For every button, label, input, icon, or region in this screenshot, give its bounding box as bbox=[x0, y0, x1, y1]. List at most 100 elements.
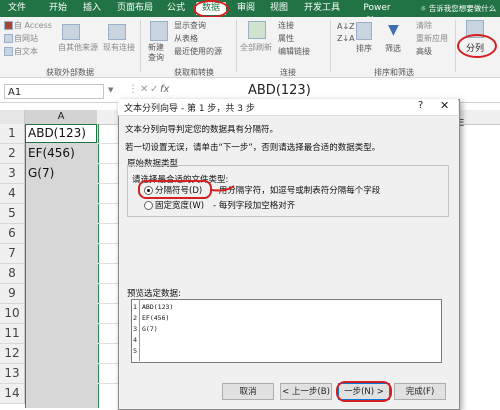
sort-za-icon[interactable]: Z↓A bbox=[337, 34, 355, 43]
clear-button[interactable]: 清除 bbox=[416, 20, 432, 31]
row-header[interactable]: 4 bbox=[0, 184, 25, 204]
row-header[interactable]: 10 bbox=[0, 304, 25, 324]
grid-line bbox=[97, 323, 119, 324]
connections-button[interactable]: 连接 bbox=[278, 20, 294, 31]
tab-insert[interactable]: 插入 bbox=[77, 2, 107, 15]
back-button[interactable]: < 上一步(B) bbox=[280, 383, 332, 400]
row-header[interactable]: 1 bbox=[0, 124, 25, 144]
group-label-sort-filter: 排序和筛选 bbox=[374, 68, 414, 77]
preview-line-number: 2 bbox=[133, 314, 138, 322]
row-header[interactable]: 6 bbox=[0, 224, 25, 244]
show-queries-button[interactable]: 显示查询 bbox=[174, 20, 206, 31]
dialog-line-1: 文本分列向导判定您的数据具有分隔符。 bbox=[125, 125, 279, 135]
properties-button[interactable]: 属性 bbox=[278, 33, 294, 44]
row-header[interactable]: 3 bbox=[0, 164, 25, 184]
group-label-external: 获取外部数据 bbox=[46, 68, 94, 77]
tab-power-pivot[interactable]: Power Pivot bbox=[352, 2, 402, 26]
delimited-option-desc: - 用分隔字符，如逗号或制表符分隔每个字段 bbox=[213, 186, 381, 196]
grid-line bbox=[97, 303, 119, 304]
ribbon-separator bbox=[455, 20, 456, 72]
recent-sources-button[interactable]: 最近使用的源 bbox=[174, 46, 222, 57]
tab-page-layout[interactable]: 页面布局 bbox=[112, 2, 158, 15]
from-web-button[interactable]: 自网站 bbox=[14, 33, 38, 44]
from-access-button[interactable]: 自 Access bbox=[14, 20, 52, 31]
grid-line bbox=[97, 263, 119, 264]
row-header[interactable]: 7 bbox=[0, 244, 25, 264]
from-text-button[interactable]: 自文本 bbox=[14, 46, 38, 57]
row-header[interactable]: 14 bbox=[0, 384, 25, 404]
tab-file[interactable]: 文件 bbox=[2, 2, 32, 15]
other-sources-icon bbox=[62, 24, 80, 40]
tell-me-search[interactable]: ☼ 告诉我您想要做什么 bbox=[416, 2, 500, 15]
other-sources-button[interactable]: 自其他来源 bbox=[58, 42, 98, 53]
sort-icon bbox=[356, 22, 372, 40]
grid-line bbox=[97, 363, 119, 364]
tab-developer[interactable]: 开发工具 bbox=[300, 2, 344, 15]
grid-line bbox=[97, 143, 119, 144]
dialog-title: 文本分列向导 - 第 1 步，共 3 步 bbox=[124, 104, 255, 114]
existing-connections-button[interactable]: 现有连接 bbox=[103, 42, 135, 53]
row-header[interactable]: 13 bbox=[0, 364, 25, 384]
advanced-button[interactable]: 高级 bbox=[416, 46, 432, 57]
finish-button[interactable]: 完成(F) bbox=[394, 383, 446, 400]
preview-pane[interactable] bbox=[131, 299, 442, 363]
dialog-line-2: 若一切设置无误，请单击“下一步”，否则请选择最合适的数据类型。 bbox=[125, 143, 381, 153]
fixed-width-option-label[interactable]: 固定宽度(W) bbox=[155, 199, 204, 211]
tab-home[interactable]: 开始 bbox=[42, 2, 74, 15]
name-box-dropdown-icon[interactable]: ▼ bbox=[108, 86, 113, 94]
sort-button[interactable]: 排序 bbox=[356, 43, 372, 54]
sort-az-icon[interactable]: A↓Z bbox=[337, 22, 355, 31]
cell-a3[interactable]: G(7) bbox=[28, 164, 54, 183]
name-box[interactable]: A1 bbox=[4, 84, 104, 99]
row-header[interactable]: 11 bbox=[0, 324, 25, 344]
cell-a1[interactable]: ABD(123) bbox=[28, 124, 86, 143]
web-icon bbox=[4, 34, 13, 43]
preview-line: EF(456) bbox=[142, 314, 170, 322]
row-header[interactable]: 8 bbox=[0, 264, 25, 284]
ribbon-separator bbox=[236, 20, 237, 72]
edit-links-button[interactable]: 编辑链接 bbox=[278, 46, 310, 57]
confirm-entry-icon[interactable]: ✓ bbox=[150, 84, 158, 95]
preview-gutter-line bbox=[139, 299, 140, 361]
fixed-width-option-desc: - 每列字段加空格对齐 bbox=[213, 201, 296, 211]
fixed-width-radio[interactable] bbox=[144, 201, 153, 210]
row-header[interactable]: 9 bbox=[0, 284, 25, 304]
preview-line: G(7) bbox=[142, 325, 158, 333]
refresh-all-icon bbox=[248, 21, 266, 39]
formula-input[interactable]: ABD(123) bbox=[248, 82, 311, 100]
annotation-arrow-icon bbox=[211, 185, 235, 192]
grid-line bbox=[97, 383, 119, 384]
cancel-button[interactable]: 取消 bbox=[222, 383, 274, 400]
tab-view[interactable]: 视图 bbox=[265, 2, 293, 15]
refresh-all-button[interactable]: 全部刷新 bbox=[240, 42, 272, 53]
preview-line-number: 1 bbox=[133, 303, 138, 311]
tell-me-label: 告诉我您想要做什么 bbox=[428, 4, 497, 13]
preview-label: 预览选定数据: bbox=[127, 289, 181, 299]
close-icon[interactable]: ✕ bbox=[440, 99, 449, 112]
grid-line bbox=[97, 203, 119, 204]
insert-function-icon[interactable]: fx bbox=[160, 84, 169, 95]
cell-a2[interactable]: EF(456) bbox=[28, 144, 75, 163]
row-header[interactable]: 2 bbox=[0, 144, 25, 164]
split-annotation-circle bbox=[457, 34, 497, 58]
ribbon-separator bbox=[330, 20, 331, 72]
row-header[interactable]: 5 bbox=[0, 204, 25, 224]
cancel-entry-icon[interactable]: ✕ bbox=[140, 84, 148, 95]
help-icon[interactable]: ? bbox=[418, 100, 423, 111]
new-query-icon bbox=[150, 21, 168, 41]
next-annotation-circle bbox=[336, 381, 392, 402]
preview-line-number: 4 bbox=[133, 336, 138, 344]
filter-button[interactable]: 筛选 bbox=[385, 43, 401, 54]
row-header[interactable]: 12 bbox=[0, 344, 25, 364]
grid-line bbox=[97, 283, 119, 284]
reapply-button[interactable]: 重新应用 bbox=[416, 33, 448, 44]
grid-line bbox=[97, 243, 119, 244]
ribbon-separator bbox=[140, 20, 141, 72]
from-table-button[interactable]: 从表格 bbox=[174, 33, 198, 44]
select-all-corner[interactable] bbox=[0, 110, 25, 124]
new-query-button-line2: 查询 bbox=[148, 53, 164, 62]
preview-line-number: 5 bbox=[133, 347, 138, 355]
tab-review[interactable]: 审阅 bbox=[232, 2, 260, 15]
tab-data-annotation-circle bbox=[193, 0, 229, 18]
tab-formulas[interactable]: 公式 bbox=[161, 2, 191, 15]
